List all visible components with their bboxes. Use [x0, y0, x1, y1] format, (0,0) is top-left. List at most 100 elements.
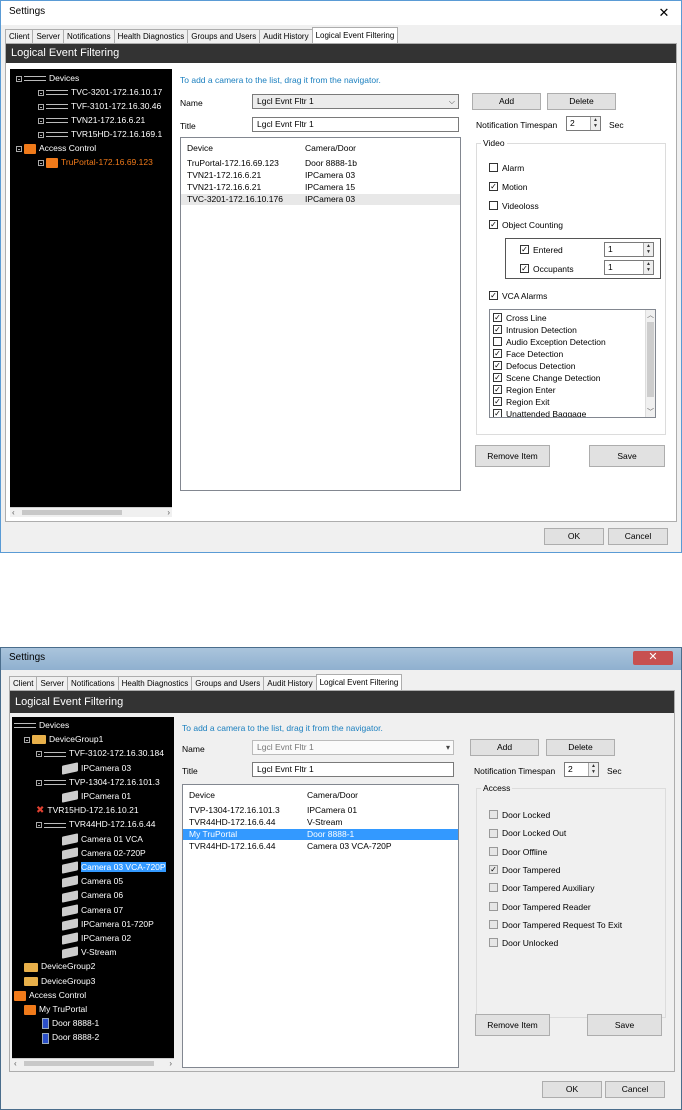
vca-item-checkbox[interactable]: ✓ Region Exit	[493, 396, 549, 408]
tree-node[interactable]: Camera 05	[62, 875, 123, 889]
tree-node-device[interactable]: TVR15HD-172.16.169.1	[38, 128, 162, 140]
ok-button[interactable]: OK	[542, 1081, 602, 1098]
timespan-spinner[interactable]: 2 ▲ ▼	[566, 116, 601, 131]
close-icon[interactable]: ✕	[633, 651, 673, 665]
access-event-checkbox[interactable]: Door Unlocked	[489, 937, 558, 949]
alarm-checkbox[interactable]: Alarm	[489, 162, 524, 174]
list-row[interactable]: TruPortal-172.16.69.123 Door 8888-1b	[181, 158, 460, 169]
tree-node[interactable]: IPCamera 02	[62, 932, 131, 945]
scroll-thumb[interactable]	[647, 322, 654, 397]
list-row[interactable]: TVR44HD-172.16.6.44 V-Stream	[183, 817, 458, 828]
list-row[interactable]: TVN21-172.16.6.21 IPCamera 03	[181, 170, 460, 181]
horizontal-scrollbar[interactable]: ‹ ›	[12, 1058, 174, 1068]
occupants-checkbox[interactable]: ✓ Occupants	[520, 263, 574, 275]
tab-client[interactable]: Client	[9, 676, 38, 690]
close-icon[interactable]: ✕	[657, 6, 671, 19]
entered-spinner[interactable]: 1 ▲ ▼	[604, 242, 654, 257]
tree-node[interactable]: TVR44HD-172.16.6.44	[36, 818, 155, 830]
videoloss-checkbox[interactable]: Videoloss	[489, 200, 539, 212]
spinner-arrows-icon[interactable]: ▲ ▼	[590, 117, 600, 130]
remove-item-button[interactable]: Remove Item	[475, 1014, 550, 1036]
tree-node-truportal[interactable]: TruPortal-172.16.69.123	[38, 156, 153, 168]
access-event-checkbox[interactable]: Door Locked Out	[489, 827, 566, 839]
name-dropdown[interactable]: Lgcl Evnt Fltr 1 ⌵	[252, 94, 459, 109]
collapse-icon[interactable]	[16, 145, 22, 152]
delete-button[interactable]: Delete	[547, 93, 616, 110]
expand-icon[interactable]	[38, 117, 44, 124]
delete-button[interactable]: Delete	[546, 739, 615, 756]
collapse-icon[interactable]	[36, 822, 42, 829]
object-counting-checkbox[interactable]: ✓ Object Counting	[489, 219, 563, 231]
cancel-button[interactable]: Cancel	[608, 528, 668, 545]
vca-item-checkbox[interactable]: ✓ Face Detection	[493, 348, 563, 360]
tree-node[interactable]: IPCamera 03	[62, 762, 131, 775]
save-button[interactable]: Save	[587, 1014, 662, 1036]
vca-item-checkbox[interactable]: Audio Exception Detection	[493, 336, 606, 348]
access-event-checkbox[interactable]: Door Locked	[489, 809, 550, 821]
horizontal-scrollbar[interactable]: ‹ ›	[10, 507, 172, 517]
collapse-icon[interactable]	[36, 751, 42, 758]
column-camera-door[interactable]: Camera/Door	[307, 790, 358, 800]
tree-node[interactable]: Door 8888-2	[42, 1031, 99, 1044]
tab-health-diagnostics[interactable]: Health Diagnostics	[117, 676, 193, 690]
remove-item-button[interactable]: Remove Item	[475, 445, 550, 467]
tree-node-device[interactable]: TVF-3101-172.16.30.46	[38, 100, 161, 112]
vca-item-checkbox[interactable]: ✓ Region Enter	[493, 384, 556, 396]
vca-item-checkbox[interactable]: ✓ Scene Change Detection	[493, 372, 601, 384]
access-event-checkbox[interactable]: ✓ Door Tampered	[489, 864, 560, 876]
add-button[interactable]: Add	[470, 739, 539, 756]
scroll-left-icon[interactable]: ‹	[14, 1059, 17, 1068]
list-row-selected[interactable]: My TruPortal Door 8888-1	[183, 829, 458, 840]
title-input[interactable]: Lgcl Evnt Fltr 1	[252, 117, 459, 132]
tab-groups-and-users[interactable]: Groups and Users	[191, 676, 265, 690]
scroll-thumb[interactable]	[22, 510, 122, 515]
tree-node[interactable]: TVF-3102-172.16.30.184	[36, 747, 164, 759]
tab-server[interactable]: Server	[36, 676, 69, 690]
column-camera-door[interactable]: Camera/Door	[305, 143, 356, 153]
collapse-icon[interactable]	[24, 736, 30, 743]
tab-client[interactable]: Client	[5, 29, 34, 43]
tree-node-access-control[interactable]: Access Control	[16, 142, 96, 154]
list-row[interactable]: TVR44HD-172.16.6.44 Camera 03 VCA-720P	[183, 841, 458, 852]
tree-node[interactable]: DeviceGroup2	[24, 960, 95, 972]
expand-icon[interactable]	[38, 103, 44, 110]
spinner-arrows-icon[interactable]: ▲ ▼	[643, 261, 653, 274]
scroll-down-icon[interactable]: ﹀	[647, 407, 654, 417]
tree-node[interactable]: Access Control	[14, 989, 86, 1001]
tree-node[interactable]: Devices	[14, 719, 69, 731]
tab-groups-and-users[interactable]: Groups and Users	[187, 29, 261, 43]
access-event-checkbox[interactable]: Door Tampered Request To Exit	[489, 919, 622, 931]
vca-item-checkbox[interactable]: ✓ Intrusion Detection	[493, 324, 577, 336]
expand-icon[interactable]	[38, 159, 44, 166]
tab-notifications[interactable]: Notifications	[63, 29, 115, 43]
device-camera-list[interactable]: Device Camera/Door TVP-1304-172.16.101.3…	[182, 784, 459, 1068]
tree-node-device[interactable]: TVC-3201-172.16.10.17	[38, 86, 162, 98]
vca-item-checkbox[interactable]: ✓ Defocus Detection	[493, 360, 575, 372]
device-navigator[interactable]: Devices DeviceGroup1 TVF-3102-172.16.30.18…	[12, 717, 174, 1068]
tab-audit-history[interactable]: Audit History	[259, 29, 313, 43]
expand-icon[interactable]	[38, 131, 44, 138]
access-event-checkbox[interactable]: Door Tampered Auxiliary	[489, 882, 594, 894]
tree-node[interactable]: IPCamera 01	[62, 790, 131, 803]
tree-node[interactable]: Camera 03 VCA-720P	[62, 861, 166, 874]
collapse-icon[interactable]	[16, 75, 22, 82]
cancel-button[interactable]: Cancel	[605, 1081, 665, 1098]
column-device[interactable]: Device	[187, 143, 213, 153]
list-row[interactable]: TVP-1304-172.16.101.3 IPCamera 01	[183, 805, 458, 816]
tree-node[interactable]: DeviceGroup1	[24, 733, 103, 745]
ok-button[interactable]: OK	[544, 528, 604, 545]
device-navigator[interactable]: Devices TVC-3201-172.16.10.17 TVF-3101-1…	[10, 69, 172, 517]
tree-node[interactable]: ✖ TVR15HD-172.16.10.21	[36, 804, 139, 816]
column-device[interactable]: Device	[189, 790, 215, 800]
tree-node[interactable]: Camera 02-720P	[62, 847, 146, 860]
list-row[interactable]: TVN21-172.16.6.21 IPCamera 15	[181, 182, 460, 193]
expand-icon[interactable]	[38, 89, 44, 96]
tree-node-device[interactable]: TVN21-172.16.6.21	[38, 114, 145, 126]
tree-node[interactable]: My TruPortal	[24, 1003, 87, 1015]
scroll-right-icon[interactable]: ›	[167, 508, 170, 517]
tree-node[interactable]: Camera 01 VCA	[62, 833, 143, 846]
tab-server[interactable]: Server	[32, 29, 65, 43]
scroll-thumb[interactable]	[24, 1061, 154, 1066]
list-row[interactable]: TVC-3201-172.16.10.176 IPCamera 03	[181, 194, 460, 205]
vca-item-checkbox[interactable]: ✓ Unattended Baggage	[493, 408, 586, 417]
